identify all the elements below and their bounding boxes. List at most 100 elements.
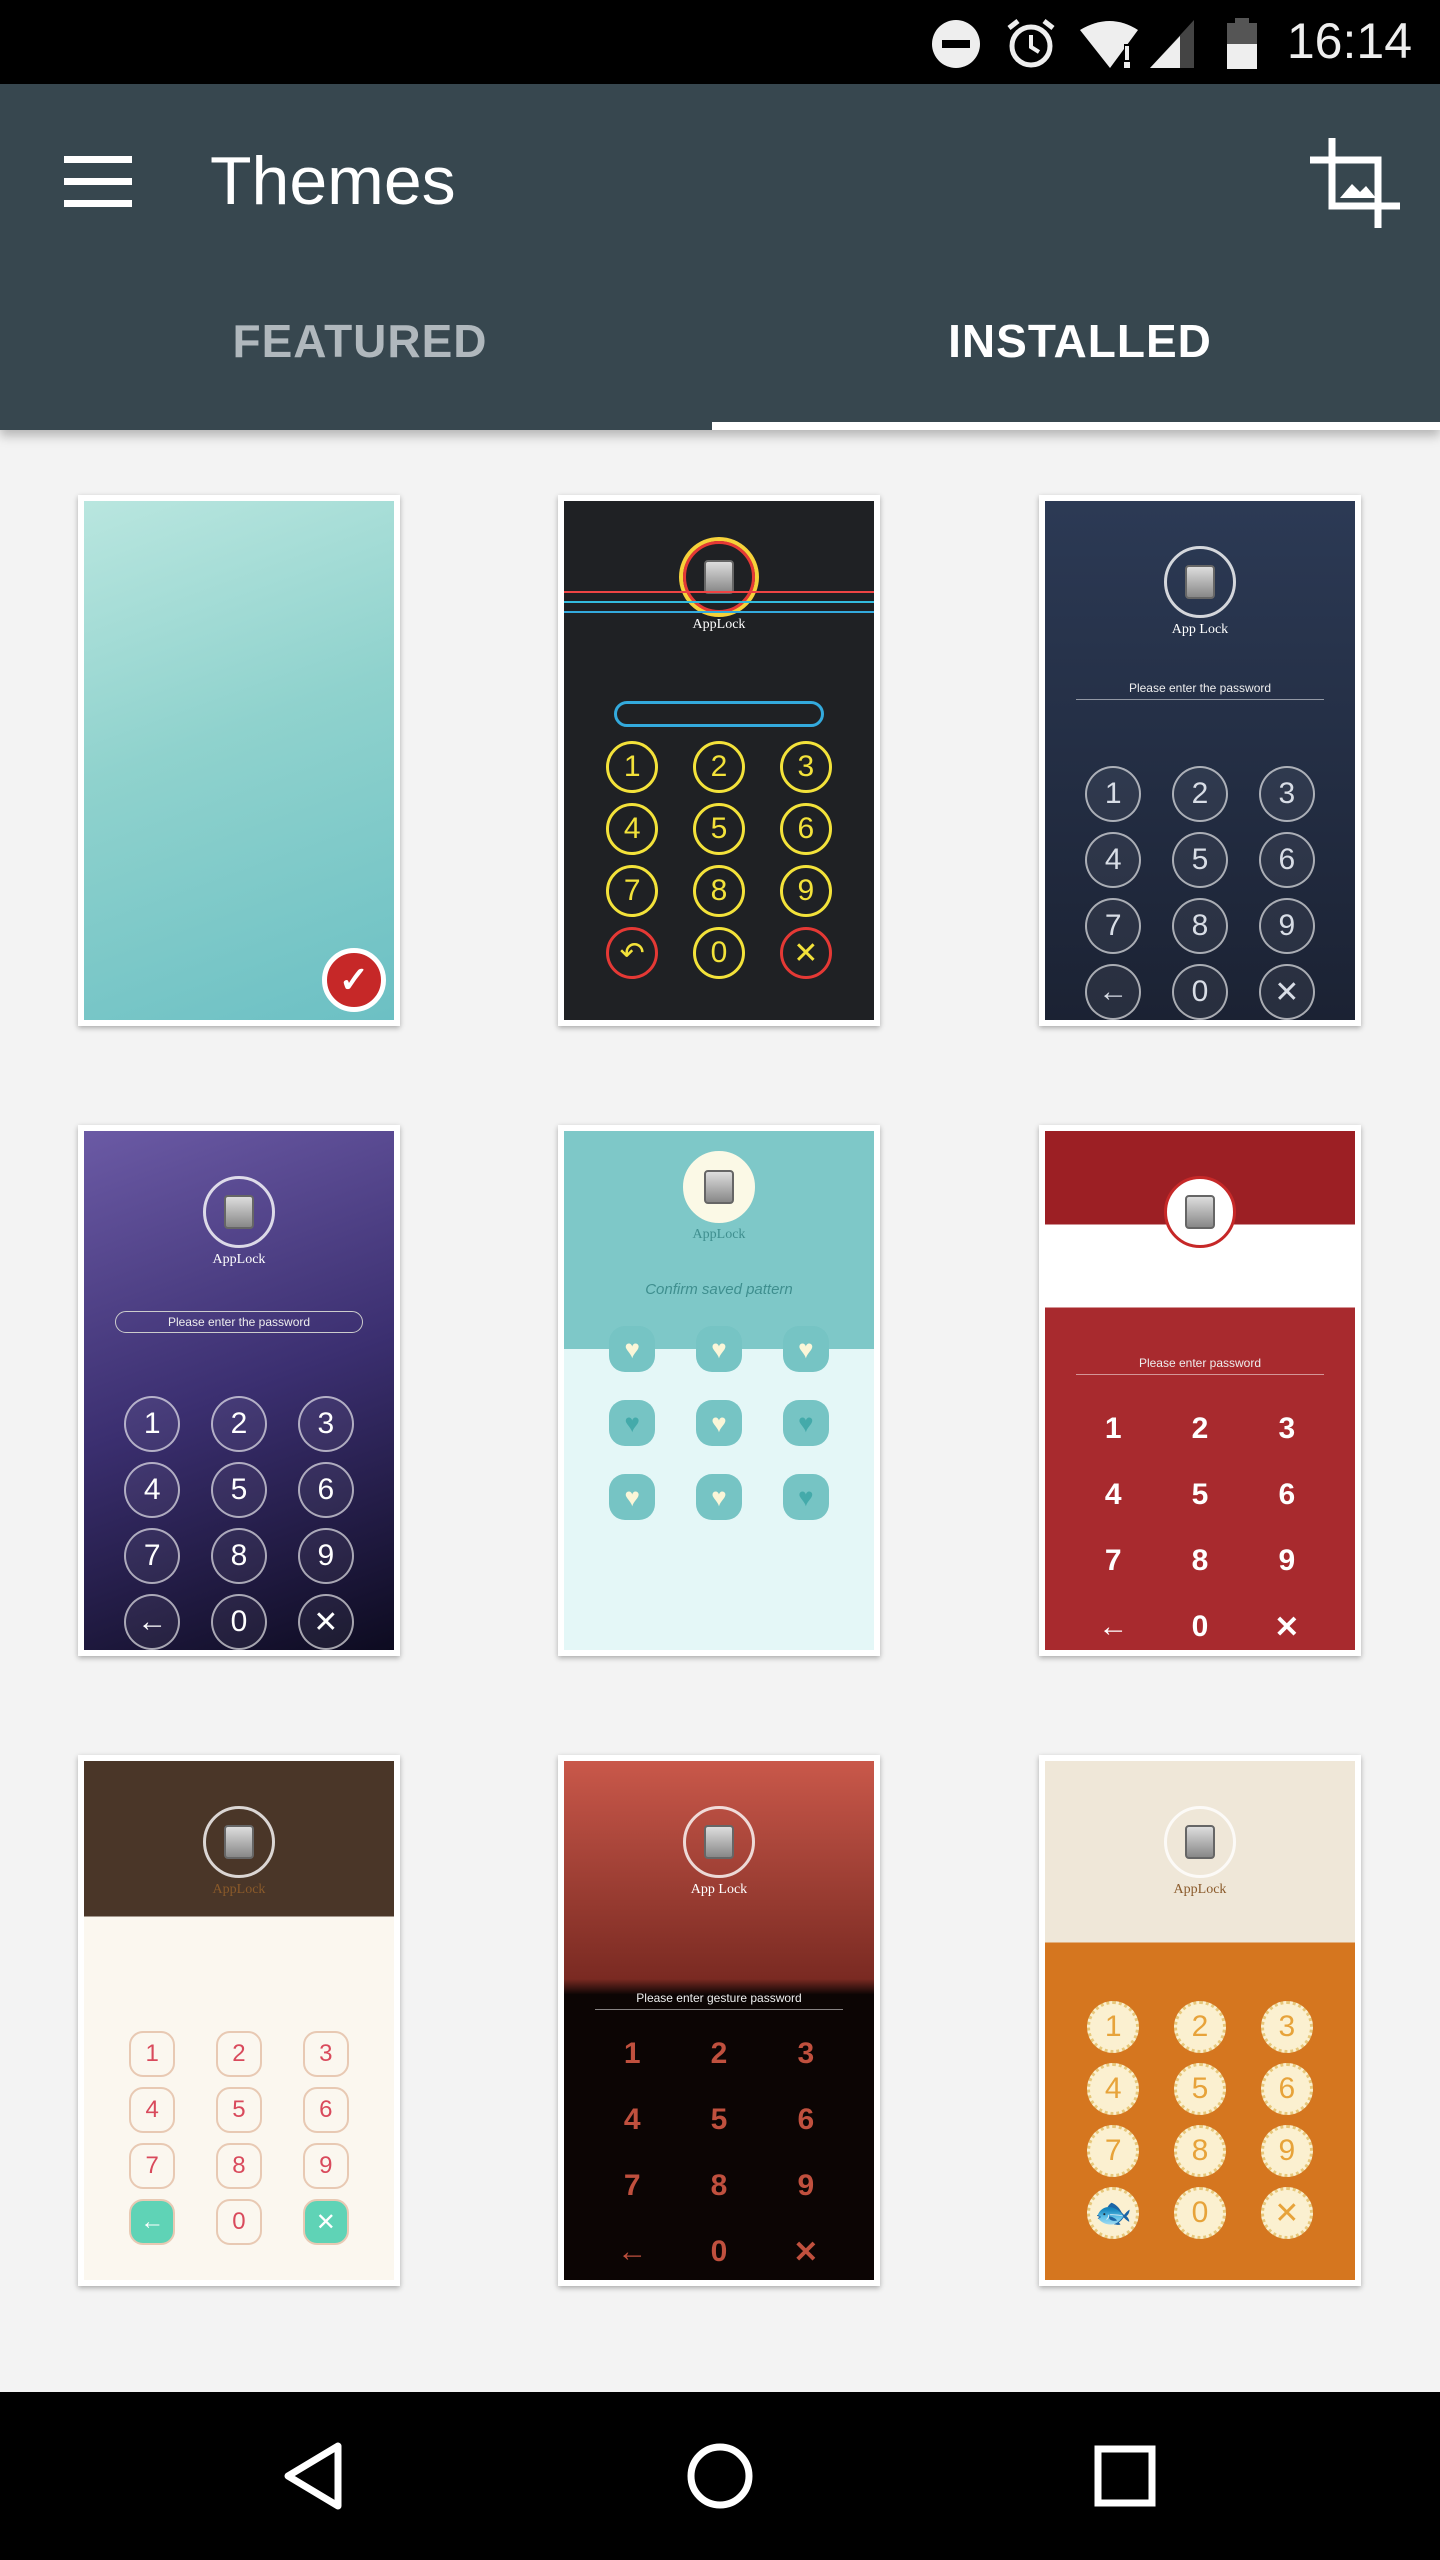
recents-icon[interactable] xyxy=(1085,2436,1165,2516)
keypad-key[interactable]: 7 xyxy=(1087,2125,1140,2177)
keypad-key[interactable]: 1 xyxy=(1085,1401,1141,1457)
keypad-key[interactable]: 5 xyxy=(691,2092,747,2148)
keypad-key[interactable]: 6 xyxy=(778,2092,834,2148)
keypad-key[interactable]: 9 xyxy=(1259,1533,1315,1589)
keypad-key[interactable]: 7 xyxy=(1085,1533,1141,1589)
pattern-dot[interactable]: ♥ xyxy=(782,1400,829,1446)
keypad-key[interactable]: 3 xyxy=(1258,766,1315,822)
keypad-key[interactable]: 4 xyxy=(1085,1467,1141,1523)
keypad-key[interactable]: 4 xyxy=(129,2087,176,2133)
theme-thumbnail[interactable]: AppLock 1 2 3 4 5 6 7 8 9 ← 0 ✕ xyxy=(78,1755,400,2286)
keypad-key[interactable]: 3 xyxy=(1260,2001,1313,2053)
pattern-dot[interactable]: ♥ xyxy=(695,1400,742,1446)
keypad-key[interactable]: ← xyxy=(124,1594,181,1650)
keypad-key[interactable]: 4 xyxy=(604,2092,660,2148)
keypad-key[interactable]: 9 xyxy=(1260,2125,1313,2177)
keypad-key[interactable]: 5 xyxy=(1171,832,1228,888)
keypad-key[interactable]: 7 xyxy=(604,2158,660,2214)
keypad-key[interactable]: 8 xyxy=(691,2158,747,2214)
theme-thumbnail[interactable]: App Lock Please enter gesture password 1 2 3… xyxy=(558,1755,880,2286)
keypad-key[interactable]: 1 xyxy=(124,1396,181,1452)
keypad-key[interactable]: 5 xyxy=(1173,2063,1226,2115)
keypad-key[interactable]: 4 xyxy=(124,1462,181,1518)
keypad-key[interactable]: 9 xyxy=(297,1528,354,1584)
pattern-dot[interactable]: ♥ xyxy=(609,1326,656,1372)
keypad-key[interactable]: 5 xyxy=(1172,1467,1228,1523)
theme-thumbnail[interactable]: AppLock 1 2 3 4 5 6 7 8 9 🐟 0 ✕ xyxy=(1039,1755,1361,2286)
keypad-key[interactable]: 3 xyxy=(779,741,832,793)
keypad-key[interactable]: 8 xyxy=(692,865,745,917)
keypad-key[interactable]: 0 xyxy=(691,2224,747,2280)
keypad-key[interactable]: 6 xyxy=(1259,1467,1315,1523)
keypad-key[interactable]: 3 xyxy=(778,2026,834,2082)
tab-featured[interactable]: FEATURED xyxy=(0,314,720,368)
keypad-key[interactable]: 1 xyxy=(129,2031,176,2077)
keypad-key[interactable]: 8 xyxy=(1171,898,1228,954)
keypad-key[interactable]: 8 xyxy=(1172,1533,1228,1589)
keypad-key[interactable]: 4 xyxy=(1085,832,1142,888)
keypad-key[interactable]: 9 xyxy=(302,2143,349,2189)
pattern-dot[interactable]: ♥ xyxy=(609,1400,656,1446)
keypad-key[interactable]: 8 xyxy=(215,2143,262,2189)
keypad-key[interactable]: 2 xyxy=(215,2031,262,2077)
keypad-key[interactable]: 9 xyxy=(779,865,832,917)
keypad-key[interactable]: 0 xyxy=(1172,1599,1228,1650)
keypad-key[interactable]: ✕ xyxy=(302,2199,349,2245)
keypad-key[interactable]: 0 xyxy=(210,1594,267,1650)
keypad-key[interactable]: 🐟 xyxy=(1087,2187,1140,2239)
keypad-key[interactable]: 0 xyxy=(1173,2187,1226,2239)
keypad-key[interactable]: 1 xyxy=(1087,2001,1140,2053)
keypad-key[interactable]: 5 xyxy=(210,1462,267,1518)
keypad-key[interactable]: 0 xyxy=(692,927,745,979)
keypad-key[interactable]: 6 xyxy=(297,1462,354,1518)
keypad-key[interactable]: 3 xyxy=(1259,1401,1315,1457)
keypad-key[interactable]: 1 xyxy=(606,741,659,793)
home-icon[interactable] xyxy=(680,2436,760,2516)
keypad-key[interactable]: 2 xyxy=(1173,2001,1226,2053)
keypad-key[interactable]: ✕ xyxy=(1258,964,1315,1020)
theme-thumbnail[interactable]: ✓ xyxy=(78,495,400,1026)
keypad-key[interactable]: 3 xyxy=(297,1396,354,1452)
keypad-key[interactable]: ✕ xyxy=(778,2224,834,2280)
theme-thumbnail[interactable]: AppLock Confirm saved pattern ♥ ♥ ♥ ♥ ♥ ♥ ♥ ♥ ♥ xyxy=(558,1125,880,1656)
theme-thumbnail[interactable]: Please enter password 1 2 3 4 5 6 7 8 9 ← 0 ✕ xyxy=(1039,1125,1361,1656)
back-icon[interactable] xyxy=(276,2436,356,2516)
theme-thumbnail[interactable]: AppLock 1 2 3 4 5 6 7 8 9 ↶ 0 ✕ xyxy=(558,495,880,1026)
theme-thumbnail[interactable]: AppLock Please enter the password 1 2 3 4 5 6 7 8… xyxy=(78,1125,400,1656)
keypad-key[interactable]: 3 xyxy=(302,2031,349,2077)
keypad-key[interactable]: 5 xyxy=(692,803,745,855)
keypad-key[interactable]: 2 xyxy=(691,2026,747,2082)
keypad-key[interactable]: 1 xyxy=(1085,766,1142,822)
keypad-key[interactable]: 2 xyxy=(692,741,745,793)
keypad-key[interactable]: ↶ xyxy=(606,927,659,979)
pattern-dot[interactable]: ♥ xyxy=(782,1326,829,1372)
keypad-key[interactable]: 4 xyxy=(1087,2063,1140,2115)
hamburger-menu-icon[interactable] xyxy=(64,156,132,208)
keypad-key[interactable]: 2 xyxy=(1172,1401,1228,1457)
keypad-key[interactable]: 5 xyxy=(215,2087,262,2133)
keypad-key[interactable]: 2 xyxy=(210,1396,267,1452)
keypad-key[interactable]: ← xyxy=(604,2224,660,2280)
keypad-key[interactable]: 7 xyxy=(1085,898,1142,954)
keypad-key[interactable]: ✕ xyxy=(779,927,832,979)
keypad-key[interactable]: 0 xyxy=(215,2199,262,2245)
pattern-dot[interactable]: ♥ xyxy=(695,1474,742,1520)
keypad-key[interactable]: 7 xyxy=(129,2143,176,2189)
keypad-key[interactable]: ✕ xyxy=(297,1594,354,1650)
keypad-key[interactable]: 1 xyxy=(604,2026,660,2082)
keypad-key[interactable]: 7 xyxy=(124,1528,181,1584)
theme-thumbnail[interactable]: App Lock Please enter the password 1 2 3 4 5 6 7… xyxy=(1039,495,1361,1026)
keypad-key[interactable]: ← xyxy=(129,2199,176,2245)
pattern-dot[interactable]: ♥ xyxy=(695,1326,742,1372)
keypad-key[interactable]: 4 xyxy=(606,803,659,855)
crop-icon[interactable] xyxy=(1310,138,1400,228)
keypad-key[interactable]: ✕ xyxy=(1260,2187,1313,2239)
keypad-key[interactable]: 8 xyxy=(210,1528,267,1584)
keypad-key[interactable]: 6 xyxy=(1258,832,1315,888)
pattern-dot[interactable]: ♥ xyxy=(609,1474,656,1520)
keypad-key[interactable]: ← xyxy=(1085,964,1142,1020)
keypad-key[interactable]: 0 xyxy=(1171,964,1228,1020)
keypad-key[interactable]: 9 xyxy=(1258,898,1315,954)
keypad-key[interactable]: ✕ xyxy=(1259,1599,1315,1650)
keypad-key[interactable]: 6 xyxy=(302,2087,349,2133)
